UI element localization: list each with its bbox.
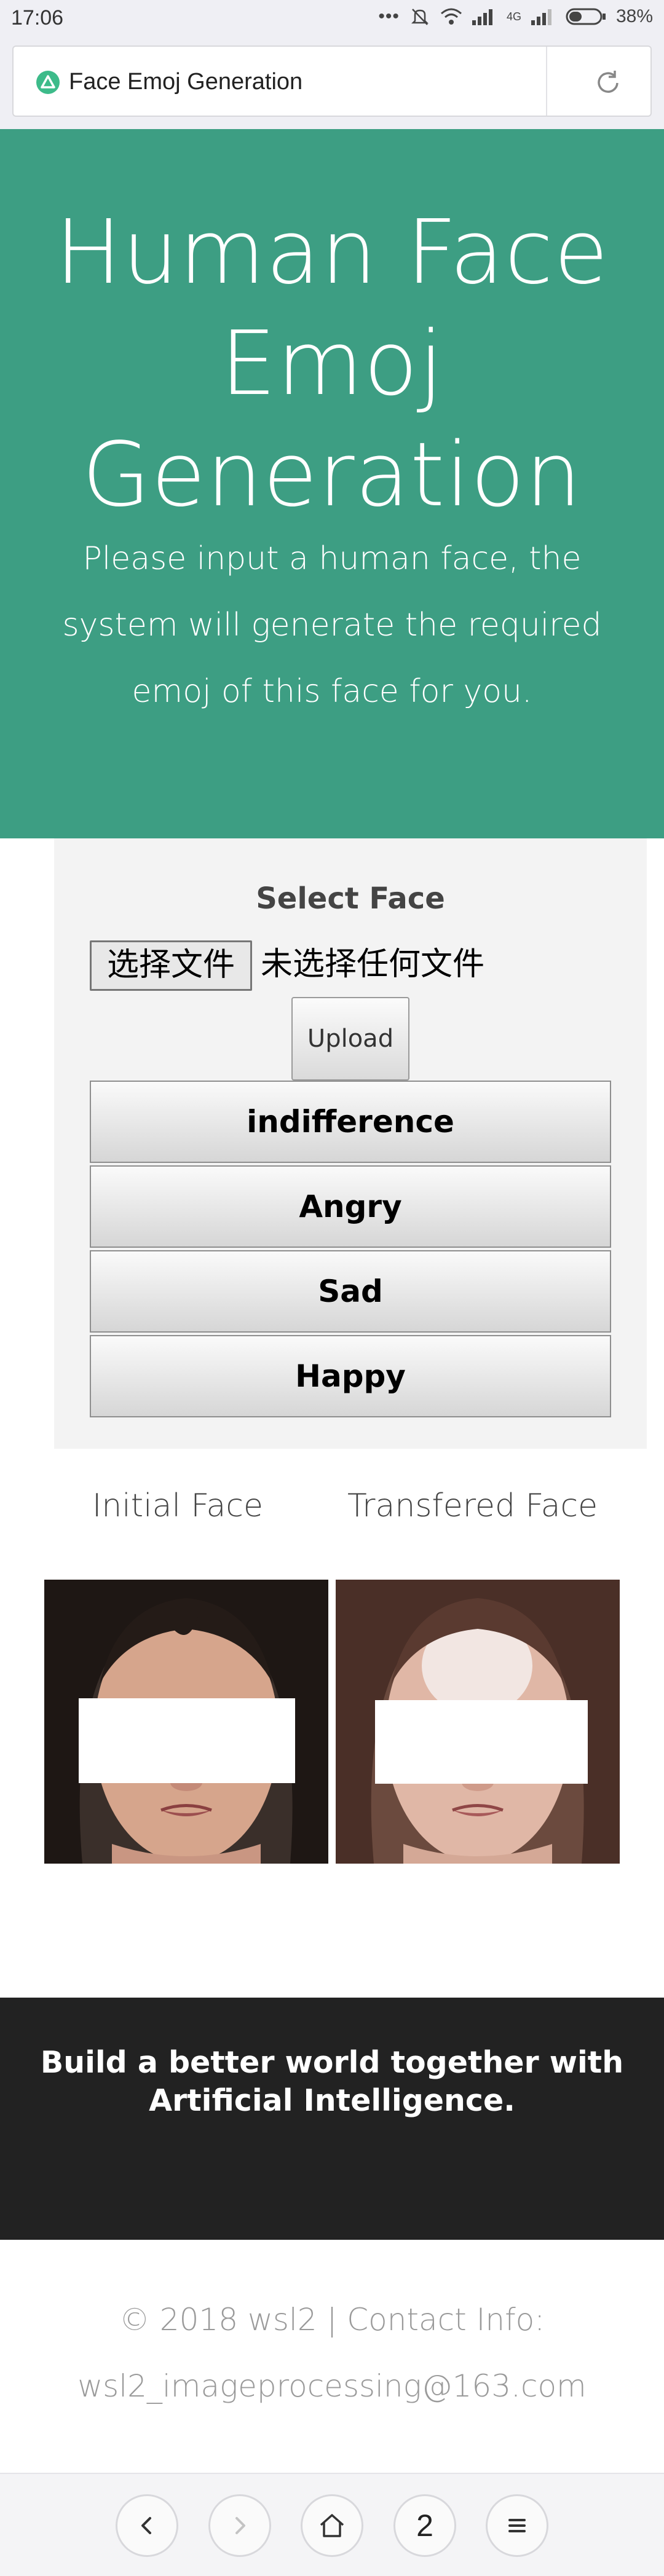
- more-icon: •••: [378, 6, 400, 26]
- menu-button[interactable]: [486, 2494, 548, 2557]
- battery-icon: [566, 8, 606, 25]
- file-status-text: 未选择任何文件: [261, 946, 485, 983]
- tabs-button[interactable]: 2: [393, 2494, 456, 2557]
- initial-face-label: Initial Face: [92, 1487, 264, 1524]
- choose-file-button[interactable]: 选择文件: [90, 940, 252, 991]
- status-time: 17:06: [11, 6, 64, 30]
- browser-nav-bar: 2: [0, 2473, 664, 2576]
- hero-subtitle: Please input a human face, the system wi…: [62, 540, 602, 710]
- signal-icon: [472, 9, 492, 25]
- transfered-face-label: Transfered Face: [347, 1487, 598, 1524]
- address-bar[interactable]: Face Emoj Generation: [12, 45, 652, 117]
- redaction-box: [79, 1698, 295, 1783]
- status-icons: ••• 4G 38%: [378, 6, 653, 27]
- happy-button[interactable]: Happy: [90, 1335, 611, 1417]
- tabs-count: 2: [416, 2508, 433, 2543]
- angry-button[interactable]: Angry: [90, 1165, 611, 1248]
- wifi-icon: [440, 8, 462, 25]
- battery-level: 38%: [615, 6, 653, 26]
- copyright-text: © 2018 wsl2 | Contact Info: wsl2_imagepr…: [77, 2302, 587, 2404]
- footer-tagline: Build a better world together with Artif…: [40, 2045, 624, 2118]
- back-icon: [141, 2517, 151, 2534]
- home-button[interactable]: [301, 2494, 363, 2557]
- redaction-box: [375, 1700, 588, 1784]
- home-icon: [320, 2514, 344, 2537]
- menu-icon: [508, 2519, 526, 2532]
- reload-icon[interactable]: [591, 66, 625, 100]
- page-title: Face Emoj Generation: [69, 69, 303, 95]
- sad-button[interactable]: Sad: [90, 1250, 611, 1333]
- browser-toolbar: Face Emoj Generation: [0, 39, 664, 129]
- hero-title: Human Face Emoj Generation: [55, 200, 609, 526]
- select-face-label: Select Face: [256, 881, 445, 916]
- signal-icon: [531, 9, 551, 25]
- footer-banner: Build a better world together with Artif…: [0, 1998, 664, 2240]
- indifference-button[interactable]: indifference: [90, 1081, 611, 1163]
- status-bar: 17:06 ••• 4G 38%: [0, 0, 664, 39]
- hero-banner: Human Face Emoj Generation Please input …: [0, 129, 664, 838]
- upload-form: Select Face 选择文件 未选择任何文件 Upload indiffer…: [54, 838, 647, 1449]
- upload-button[interactable]: Upload: [291, 997, 409, 1081]
- forward-button[interactable]: [208, 2494, 271, 2557]
- transfered-face-image: [336, 1580, 620, 1864]
- mute-icon: [411, 9, 429, 25]
- network-label: 4G: [506, 10, 521, 23]
- initial-face-image: [44, 1580, 328, 1864]
- divider: [546, 47, 547, 116]
- site-logo-icon: [36, 71, 60, 94]
- forward-icon: [235, 2517, 245, 2534]
- back-button[interactable]: [116, 2494, 178, 2557]
